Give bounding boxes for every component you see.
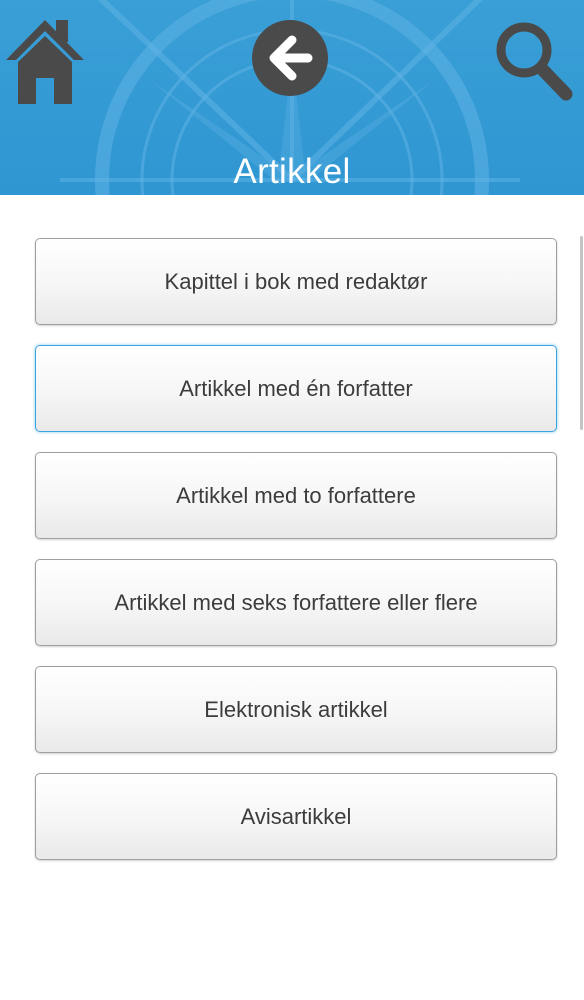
page-title: Artikkel bbox=[233, 152, 351, 191]
item-article-two-authors-button[interactable]: Artikkel med to forfattere bbox=[35, 452, 557, 539]
article-type-list: Kapittel i bok med redaktør Artikkel med… bbox=[35, 238, 557, 880]
home-button[interactable] bbox=[4, 18, 86, 106]
home-icon bbox=[6, 20, 84, 104]
item-newspaper-article-button[interactable]: Avisartikkel bbox=[35, 773, 557, 860]
back-button[interactable] bbox=[252, 20, 328, 96]
search-button[interactable] bbox=[492, 18, 574, 102]
search-icon bbox=[496, 22, 573, 101]
header-bar: Artikkel bbox=[0, 0, 584, 195]
item-chapter-in-book-button[interactable]: Kapittel i bok med redaktør bbox=[35, 238, 557, 325]
item-article-six-authors-button[interactable]: Artikkel med seks forfattere eller flere bbox=[35, 559, 557, 646]
item-article-one-author-button[interactable]: Artikkel med én forfatter bbox=[35, 345, 557, 432]
scrollbar[interactable] bbox=[580, 236, 583, 430]
item-electronic-article-button[interactable]: Elektronisk artikkel bbox=[35, 666, 557, 753]
arrow-left-icon bbox=[269, 35, 313, 81]
